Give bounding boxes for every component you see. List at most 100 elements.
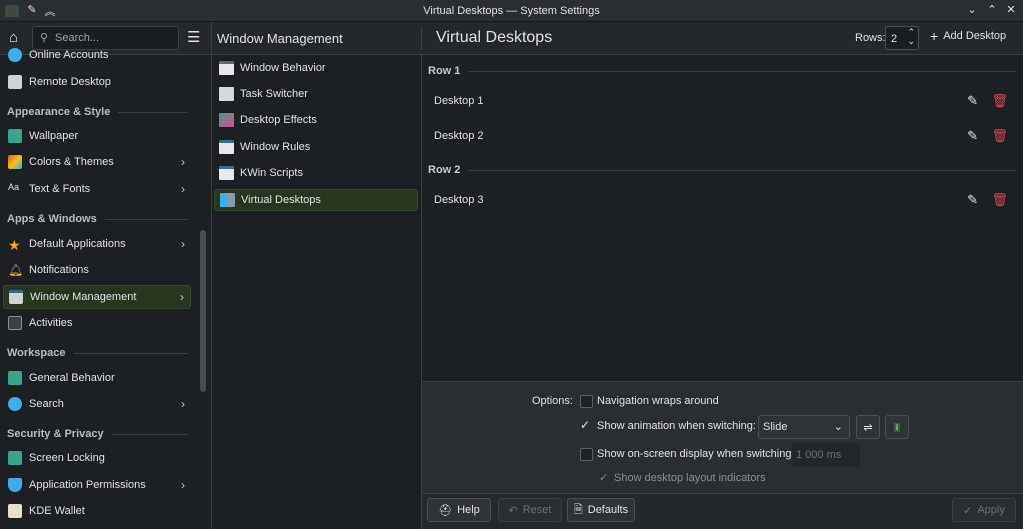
search-icon: ⚲ xyxy=(40,32,49,44)
rename-icon[interactable]: ✎ xyxy=(967,93,978,109)
divider xyxy=(211,22,212,55)
options-label: Options: xyxy=(532,395,573,407)
title-bar: ✎ ︽ Virtual Desktops — System Settings ⌄… xyxy=(0,0,1023,22)
middle-title: Window Management xyxy=(217,31,343,46)
animation-value: Slide xyxy=(763,421,788,433)
general-behavior-icon xyxy=(8,371,22,385)
sidebar-scrollbar[interactable] xyxy=(200,230,206,392)
document-icon: 🗎︎ xyxy=(573,503,583,516)
nav-wraps-checkbox[interactable] xyxy=(580,395,593,408)
sidebar-item-application-permissions[interactable]: Application Permissions › xyxy=(3,473,191,497)
delete-icon[interactable]: 🗑︎ xyxy=(991,128,1008,144)
minimize-button[interactable]: ⌄ xyxy=(964,3,980,19)
sidebar-item-remote-desktop[interactable]: Remote Desktop xyxy=(3,70,191,94)
osd-duration-value: 1 000 ms xyxy=(796,449,842,461)
apply-button[interactable]: ✓ Apply xyxy=(952,498,1016,522)
window-rules-icon xyxy=(219,140,234,154)
middle-item-label: Window Rules xyxy=(240,141,311,153)
middle-item-window-behavior[interactable]: Window Behavior xyxy=(214,57,418,79)
fonts-icon: Aa xyxy=(8,182,20,192)
show-osd-label: Show on-screen display when switching: xyxy=(597,448,795,460)
configure-animation-button[interactable]: ⇌ xyxy=(856,415,880,439)
sidebar-item-wallpaper[interactable]: Wallpaper xyxy=(3,124,191,148)
sidebar-item-label: Colors & Themes xyxy=(29,156,114,168)
middle-item-label: Task Switcher xyxy=(240,88,308,100)
help-button[interactable]: ⛑︎ Help xyxy=(427,498,491,522)
sidebar-item-window-management[interactable]: Window Management › xyxy=(3,285,191,309)
chevron-down-icon: ⌄ xyxy=(833,421,843,433)
animation-select[interactable]: Slide ⌄ xyxy=(758,415,850,439)
osd-duration-spinbox[interactable]: 1 000 ms xyxy=(792,443,860,467)
page-title: Virtual Desktops xyxy=(436,29,553,46)
search-icon xyxy=(8,397,22,411)
sidebar-item-activities[interactable]: Activities xyxy=(3,311,191,335)
section-header: Appearance & Style xyxy=(7,106,188,118)
spin-arrows-icon: ⌃ ⌄ xyxy=(907,27,915,46)
desktop-name: Desktop 2 xyxy=(434,130,484,142)
sidebar-item-label: KDE Wallet xyxy=(29,505,85,517)
delete-icon[interactable]: 🗑︎ xyxy=(991,93,1008,109)
desktop-name: Desktop 3 xyxy=(434,194,484,206)
sidebar-item-online-accounts[interactable]: Online Accounts xyxy=(3,48,191,62)
sidebar-item-label: Default Applications xyxy=(29,238,126,250)
undo-icon: ↶ xyxy=(508,504,518,517)
row-header: Row 2 xyxy=(428,164,1016,176)
middle-item-label: Desktop Effects xyxy=(240,114,317,126)
window-behavior-icon xyxy=(219,61,234,75)
layout-indicators-label: Show desktop layout indicators xyxy=(614,472,766,484)
hamburger-menu-icon[interactable]: ☰ xyxy=(187,28,200,46)
sidebar-item-text-fonts[interactable]: Aa Text & Fonts › xyxy=(3,177,191,201)
home-icon[interactable]: ⌂ xyxy=(9,29,18,46)
rename-icon[interactable]: ✎ xyxy=(967,128,978,144)
about-animation-button[interactable]: i xyxy=(885,415,909,439)
sidebar-item-colors-themes[interactable]: Colors & Themes › xyxy=(3,150,191,174)
close-button[interactable]: ✕ xyxy=(1003,3,1019,19)
window-icon xyxy=(9,290,23,304)
show-animation-label: Show animation when switching: xyxy=(597,420,756,432)
nav-wraps-label: Navigation wraps around xyxy=(597,395,719,407)
middle-item-task-switcher[interactable]: Task Switcher xyxy=(214,83,418,105)
task-switcher-icon xyxy=(219,87,234,101)
maximize-button[interactable]: ⌃ xyxy=(984,3,1000,19)
sidebar-item-label: Remote Desktop xyxy=(29,76,111,88)
sidebar-item-label: Online Accounts xyxy=(29,49,109,61)
delete-icon[interactable]: 🗑︎ xyxy=(991,192,1008,208)
reset-label: Reset xyxy=(522,504,552,516)
desktop-item: Desktop 2 ✎ 🗑︎ xyxy=(434,126,1014,146)
chevron-right-icon: › xyxy=(180,290,184,304)
sidebar-item-label: Activities xyxy=(29,317,73,329)
sidebar-item-screen-locking[interactable]: Screen Locking xyxy=(3,446,191,470)
colors-icon xyxy=(8,155,22,169)
middle-item-desktop-effects[interactable]: Desktop Effects xyxy=(214,109,418,131)
add-desktop-button[interactable]: + Add Desktop xyxy=(930,29,1006,43)
middle-item-kwin-scripts[interactable]: KWin Scripts xyxy=(214,162,418,184)
sidebar-item-default-applications[interactable]: ★ Default Applications › xyxy=(3,232,191,256)
globe-icon xyxy=(8,48,22,62)
sidebar-item-general-behavior[interactable]: General Behavior xyxy=(3,366,191,390)
activities-icon xyxy=(8,316,22,330)
sidebar-item-label: Application Permissions xyxy=(29,479,146,491)
chevron-right-icon: › xyxy=(181,155,185,169)
sidebar-item-label: Window Management xyxy=(30,291,137,303)
divider xyxy=(211,55,212,529)
sidebar-item-notifications[interactable]: 🔔︎ Notifications xyxy=(3,258,191,282)
sidebar-item-label: Search xyxy=(29,398,64,410)
chevron-right-icon: › xyxy=(181,397,185,411)
search-input[interactable]: ⚲ Search... xyxy=(32,26,179,50)
middle-item-window-rules[interactable]: Window Rules xyxy=(214,136,418,158)
defaults-button[interactable]: 🗎︎ Defaults xyxy=(567,498,635,522)
rows-spinbox[interactable]: 2 ⌃ ⌄ xyxy=(885,26,919,50)
options-panel: Options: Navigation wraps around ✓ Show … xyxy=(422,381,1023,493)
virtual-desktops-icon xyxy=(220,193,235,207)
check-icon[interactable]: ✓ xyxy=(580,418,590,432)
wallet-icon xyxy=(8,504,22,518)
sidebar-item-kde-wallet[interactable]: KDE Wallet xyxy=(3,499,191,523)
rename-icon[interactable]: ✎ xyxy=(967,192,978,208)
desktop-effects-icon xyxy=(219,113,234,127)
desktop-item: Desktop 3 ✎ 🗑︎ xyxy=(434,190,1014,210)
middle-item-virtual-desktops[interactable]: Virtual Desktops xyxy=(214,189,418,211)
reset-button[interactable]: ↶ Reset xyxy=(498,498,562,522)
show-osd-checkbox[interactable] xyxy=(580,448,593,461)
section-header: Security & Privacy xyxy=(7,428,188,440)
sidebar-item-search[interactable]: Search › xyxy=(3,392,191,416)
